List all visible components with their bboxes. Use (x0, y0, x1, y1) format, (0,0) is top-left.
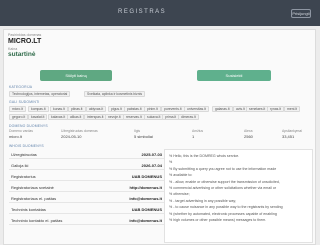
detail-value: 2026-07-04 (141, 163, 162, 168)
keyword-chip[interactable]: prima.lt (162, 114, 180, 120)
detail-key: Užregistruotas (11, 152, 37, 157)
stat-label: Ilgis (134, 129, 141, 133)
top-navigation-bar: REGISTRAS Prisijungti (0, 0, 320, 26)
price-value: sutartinė (8, 51, 36, 58)
detail-row: Techninis kontaktas UAB DOMENUS (9, 204, 164, 214)
stat-value: 5 simboliai (134, 134, 153, 139)
keyword-chip[interactable]: pabstas.lt (124, 106, 145, 112)
stat-value: 33,451 (282, 134, 295, 139)
domain-stats-heading: DOMENO DUOMENYS (9, 124, 48, 128)
keyword-chip[interactable]: aktyvas.lt (86, 106, 107, 112)
keyword-chip[interactable]: galanas.lt (212, 106, 233, 112)
keyword-chip[interactable]: interspas.lt (84, 114, 107, 120)
whois-raw-text: % Hello, this is the DOMREG whois servic… (164, 149, 313, 243)
whois-line: % high volumes or other possible means) … (169, 218, 267, 223)
detail-row: Techninio kontakto el. paštas info@domen… (9, 215, 164, 225)
keyword-chip[interactable]: gegoro.lt (9, 114, 29, 120)
keyword-chip[interactable]: micro.lt (9, 106, 26, 112)
stat-label: Domeno vardas (9, 129, 33, 133)
login-button[interactable]: Prisijungti (291, 9, 311, 18)
keyword-chip[interactable]: kalavas.lt (48, 114, 69, 120)
site-brand[interactable]: REGISTRAS (118, 9, 166, 15)
contact-button[interactable]: Susisiekti (197, 70, 271, 81)
keyword-chip[interactable]: meni.lt (284, 106, 300, 112)
keyword-chip[interactable]: reservas.lt (123, 114, 145, 120)
selected-domain-label: Pasirinktas domenas (8, 33, 42, 37)
whois-heading: WHOIS DUOMENYS (9, 144, 44, 148)
detail-row: Registratoriaus svetainė http://domenus.… (9, 182, 164, 192)
keyword-chip[interactable]: purevents.lt (161, 106, 185, 112)
keyword-chip[interactable]: senelaes.lt (246, 106, 269, 112)
detail-row: Registratorius UAB DOMENUS (9, 171, 164, 181)
detail-row: Registratoriaus el. paštas info@domenus.… (9, 193, 164, 203)
stat-value: 1 (192, 134, 195, 139)
detail-value: UAB DOMENUS (131, 174, 162, 179)
stat-label: Amžius (192, 129, 204, 133)
keyword-chip[interactable]: kunas.lt (50, 106, 68, 112)
category-tag[interactable]: Sveikata, aplinka ir kosmetinis biznis (84, 91, 146, 97)
domain-name: MICRO.LT (8, 38, 42, 45)
detail-value[interactable]: info@domenus.lt (129, 218, 162, 223)
detail-value: UAB DOMENUS (131, 207, 162, 212)
keyword-chip[interactable]: sukava.lt (144, 114, 164, 120)
detail-row: Galioja iki 2026-07-04 (9, 160, 164, 170)
detail-key: Galioja iki (11, 163, 29, 168)
keywords-heading: GALI SUDOMINTI (9, 100, 40, 104)
stat-value: micro.lt (9, 134, 22, 139)
detail-value: 2025-07-03 (141, 152, 162, 157)
detail-key: Registratoriaus el. paštas (11, 196, 57, 201)
detail-key: Techninis kontaktas (11, 207, 46, 212)
detail-key: Registratorius (11, 174, 36, 179)
keyword-chip[interactable]: kavalat.lt (28, 114, 48, 120)
keyword-chip[interactable]: alikas.lt (67, 114, 85, 120)
detail-key: Techninio kontakto el. paštas (11, 218, 63, 223)
stat-value: 2024-05-10 (61, 134, 82, 139)
detail-key: Registratoriaus svetainė (11, 185, 54, 190)
category-heading: KATEGORIJA (9, 85, 33, 89)
keyword-chip[interactable]: nevoje.lt (105, 114, 124, 120)
category-tag[interactable]: Technologijos, internetas, operatoriai (9, 91, 71, 97)
keyword-chip[interactable]: rynas.lt (267, 106, 284, 112)
offer-price-button[interactable]: Siūlyti kainą (40, 70, 112, 81)
stat-label: Užregistruotas domenas (61, 129, 98, 133)
stat-value: 2560 (244, 134, 253, 139)
keyword-chip[interactable]: universitas.lt (184, 106, 209, 112)
keyword-chip[interactable]: kompas.lt (28, 106, 49, 112)
stat-label: Alexa (244, 129, 253, 133)
detail-row: Užregistruotas 2025-07-03 (9, 149, 164, 159)
keyword-chip[interactable]: dimeras.lt (178, 114, 199, 120)
detail-value[interactable]: http://domenus.lt (130, 185, 162, 190)
keyword-chip[interactable]: pilnas.lt (68, 106, 86, 112)
stat-label: Apsilankymai (282, 129, 302, 133)
keyword-chip[interactable]: pinim.lt (144, 106, 161, 112)
keyword-chip[interactable]: pigus.lt (108, 106, 125, 112)
detail-value[interactable]: info@domenus.lt (129, 196, 162, 201)
